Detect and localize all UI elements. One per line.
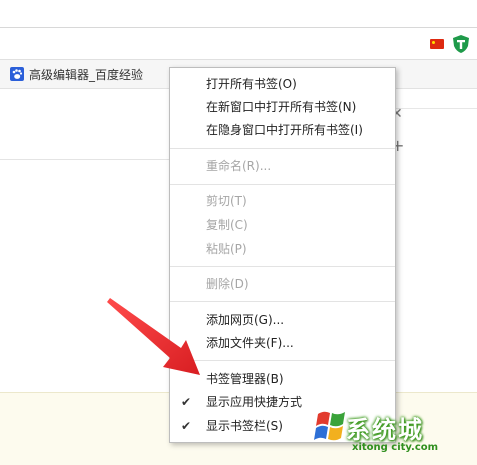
page-divider (0, 159, 172, 160)
browser-toolbar (0, 0, 477, 58)
checkmark-icon: ✔ (181, 419, 192, 433)
watermark-subtitle: xitong city.com (352, 442, 439, 453)
menu-item-label: 书签管理器(B) (206, 372, 284, 386)
menu-item-open-all-new-window[interactable]: 在新窗口中打开所有书签(N) (170, 96, 395, 118)
bookmark-context-menu: 打开所有书签(O) 在新窗口中打开所有书签(N) 在隐身窗口中打开所有书签(I)… (169, 67, 396, 443)
baidu-paw-icon (10, 67, 24, 81)
menu-item-label: 在新窗口中打开所有书签(N) (206, 100, 357, 114)
menu-item-rename: 重命名(R)... (170, 155, 395, 177)
shield-t-icon[interactable] (451, 34, 471, 54)
menu-item-delete: 删除(D) (170, 273, 395, 295)
menu-separator (170, 360, 395, 361)
menu-item-open-all-incognito[interactable]: 在隐身窗口中打开所有书签(I) (170, 119, 395, 141)
menu-item-label: 删除(D) (206, 277, 249, 291)
menu-separator (170, 266, 395, 267)
bookmark-label: 高级编辑器_百度经验 (29, 67, 144, 82)
menu-item-open-all[interactable]: 打开所有书签(O) (170, 73, 395, 95)
china-flag-icon[interactable] (430, 39, 444, 49)
menu-item-label: 添加网页(G)... (206, 313, 285, 327)
menu-item-label: 重命名(R)... (206, 159, 272, 173)
menu-separator (170, 301, 395, 302)
menu-item-add-page[interactable]: 添加网页(G)... (170, 309, 395, 331)
watermark: 系统城 xitong city.com (312, 404, 477, 462)
checkmark-icon: ✔ (181, 395, 192, 409)
page-divider-right (396, 108, 477, 109)
menu-item-label: 打开所有书签(O) (206, 77, 297, 91)
menu-item-label: 添加文件夹(F)... (206, 336, 294, 350)
menu-item-label: 剪切(T) (206, 194, 247, 208)
bookmark-item[interactable]: 高级编辑器_百度经验 (10, 65, 143, 83)
menu-separator (170, 184, 395, 185)
menu-item-label: 粘贴(P) (206, 242, 247, 256)
menu-item-label: 在隐身窗口中打开所有书签(I) (206, 123, 363, 137)
menu-item-label: 显示应用快捷方式 (206, 395, 303, 409)
toolbar-divider (0, 27, 477, 28)
menu-item-paste: 粘贴(P) (170, 238, 395, 260)
menu-separator (170, 148, 395, 149)
menu-item-label: 复制(C) (206, 218, 248, 232)
menu-item-bookmark-manager[interactable]: 书签管理器(B) (170, 368, 395, 390)
menu-item-label: 显示书签栏(S) (206, 419, 283, 433)
menu-item-cut: 剪切(T) (170, 190, 395, 212)
menu-item-add-folder[interactable]: 添加文件夹(F)... (170, 332, 395, 354)
menu-item-copy: 复制(C) (170, 214, 395, 236)
watermark-title: 系统城 (346, 416, 424, 444)
